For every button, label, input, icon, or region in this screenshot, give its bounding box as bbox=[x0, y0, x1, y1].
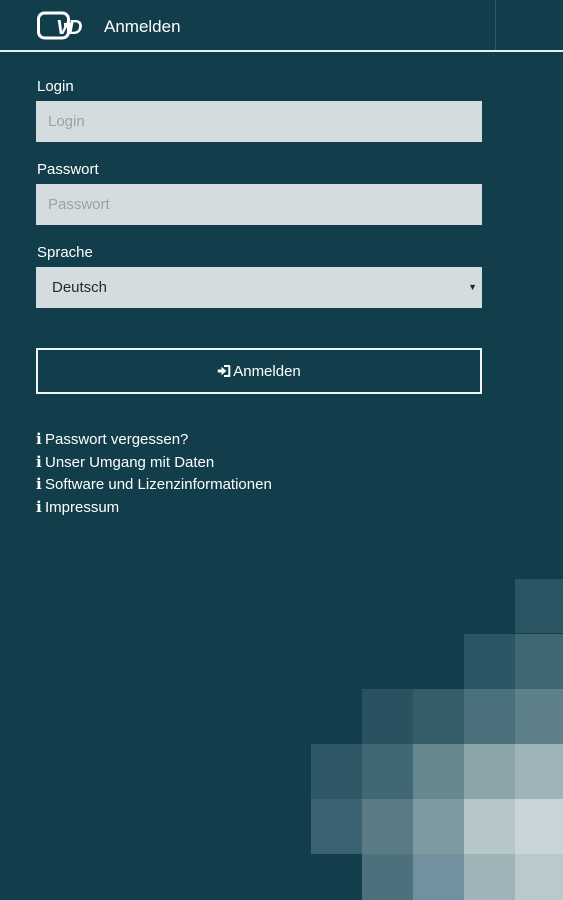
language-select-value: Deutsch bbox=[52, 279, 108, 296]
login-label: Login bbox=[37, 78, 74, 95]
login-button-content: Anmelden bbox=[38, 363, 480, 380]
info-links: i Passwort vergessen? i Unser Umgang mit D… bbox=[36, 430, 336, 520]
caret-down-icon: ▼ bbox=[468, 282, 477, 292]
link-label: Software und Lizenzinformationen bbox=[45, 476, 272, 493]
link-label: Unser Umgang mit Daten bbox=[45, 453, 215, 471]
forgot-password-link[interactable]: i Passwort vergessen? bbox=[36, 430, 336, 453]
language-select[interactable]: Deutsch ▼ bbox=[36, 267, 482, 308]
data-privacy-link[interactable]: i Unser Umgang mit Daten bbox=[36, 453, 336, 476]
language-label: Sprache bbox=[37, 244, 93, 261]
password-input[interactable] bbox=[36, 184, 482, 225]
brand-logo: V D bbox=[37, 11, 82, 40]
svg-text:D: D bbox=[68, 17, 82, 39]
login-button-label: Anmelden bbox=[233, 363, 301, 380]
software-license-link[interactable]: i Software und Lizenzinformationen bbox=[36, 475, 336, 498]
login-button[interactable]: Anmelden bbox=[36, 348, 482, 394]
page-title: Anmelden bbox=[104, 17, 181, 36]
app-header: V D Anmelden bbox=[0, 0, 563, 52]
link-label: Impressum bbox=[45, 498, 120, 516]
sign-in-icon bbox=[218, 365, 231, 377]
info-icon: i bbox=[36, 497, 42, 516]
link-label: Passwort vergessen? bbox=[45, 431, 189, 448]
header-divider bbox=[495, 0, 496, 50]
info-icon: i bbox=[36, 452, 42, 471]
login-input[interactable] bbox=[36, 101, 482, 142]
info-icon: i bbox=[36, 430, 42, 448]
info-icon: i bbox=[36, 475, 42, 493]
password-label: Passwort bbox=[37, 161, 99, 178]
imprint-link[interactable]: i Impressum bbox=[36, 498, 336, 521]
